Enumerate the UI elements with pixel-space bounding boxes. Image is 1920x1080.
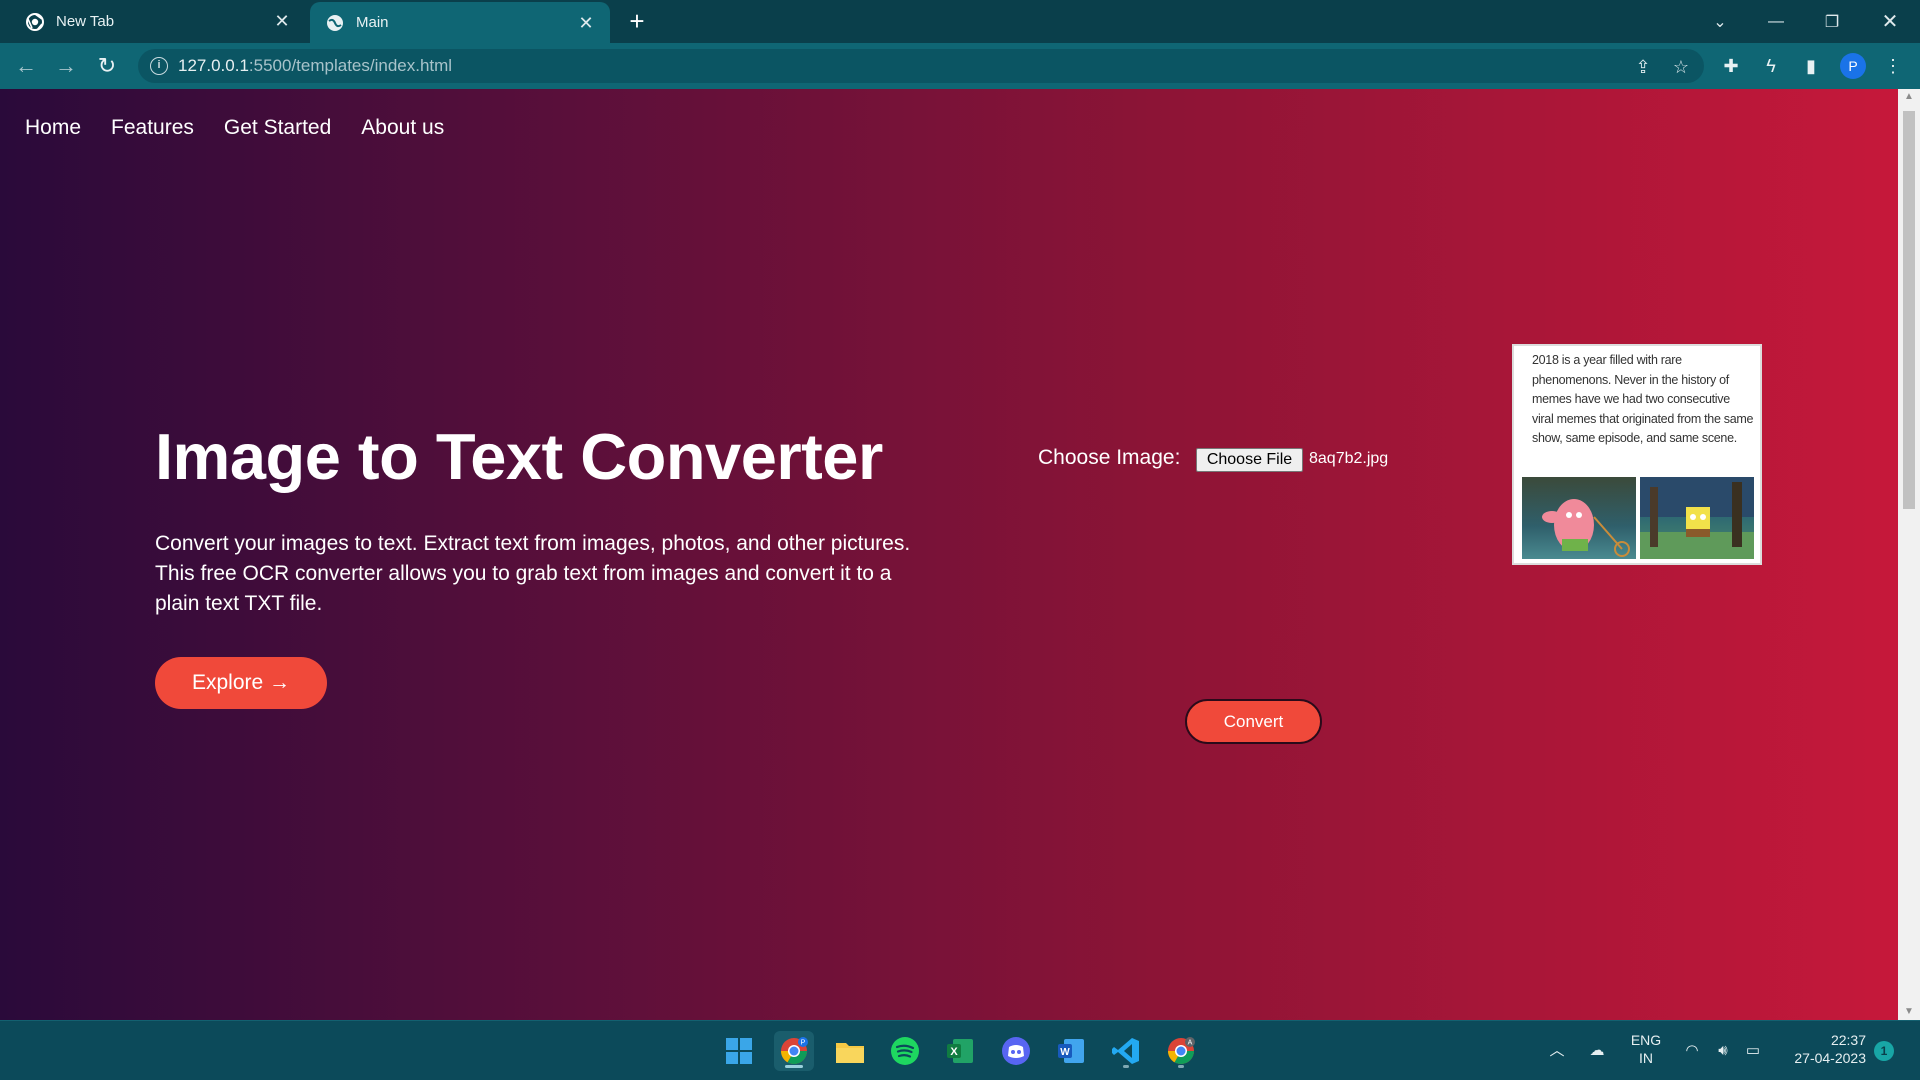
share-icon[interactable]: ⇪ bbox=[1632, 56, 1654, 78]
file-explorer-icon[interactable] bbox=[830, 1031, 870, 1071]
preview-meme-image-left bbox=[1522, 477, 1636, 559]
page-content: Home Features Get Started About us Image… bbox=[0, 89, 1898, 1020]
battery-icon[interactable]: ▭ bbox=[1742, 1040, 1764, 1062]
hero-description: Convert your images to text. Extract tex… bbox=[155, 532, 911, 615]
svg-text:X: X bbox=[950, 1046, 958, 1058]
nav-get-started[interactable]: Get Started bbox=[224, 116, 331, 140]
side-panel-icon[interactable]: ▮ bbox=[1798, 53, 1824, 79]
tab-title: Main bbox=[356, 14, 389, 31]
forward-button[interactable]: → bbox=[52, 53, 80, 79]
selected-file-name: 8aq7b2.jpg bbox=[1309, 450, 1389, 467]
nav-home[interactable]: Home bbox=[25, 116, 81, 140]
extension-lightning-icon[interactable]: ϟ bbox=[1758, 53, 1784, 79]
vscode-icon[interactable] bbox=[1106, 1031, 1146, 1071]
svg-text:W: W bbox=[1060, 1047, 1070, 1058]
scroll-up-icon[interactable]: ▲ bbox=[1898, 89, 1920, 105]
new-tab-button[interactable]: + bbox=[624, 8, 650, 35]
discord-icon[interactable] bbox=[996, 1031, 1036, 1071]
chrome-profile-a-icon[interactable]: A bbox=[1161, 1031, 1201, 1071]
main-nav: Home Features Get Started About us bbox=[25, 116, 444, 140]
page-scrollbar[interactable]: ▲ ▼ bbox=[1898, 89, 1920, 1020]
browser-toolbar: ← → ↻ i 127.0.0.1:5500/templates/index.h… bbox=[0, 43, 1920, 89]
chrome-icon bbox=[26, 12, 44, 31]
preview-meme-text: 2018 is a year filled with rare phenomen… bbox=[1532, 353, 1754, 445]
reload-button[interactable]: ↻ bbox=[93, 53, 121, 79]
notification-badge[interactable]: 1 bbox=[1874, 1041, 1894, 1061]
scroll-down-icon[interactable]: ▼ bbox=[1898, 1004, 1920, 1020]
nav-features[interactable]: Features bbox=[111, 116, 194, 140]
word-icon[interactable]: W bbox=[1051, 1031, 1091, 1071]
restore-button[interactable]: ❐ bbox=[1804, 0, 1860, 43]
kebab-menu-icon[interactable]: ⋮ bbox=[1880, 53, 1906, 79]
volume-icon[interactable]: 🔊︎ bbox=[1712, 1040, 1734, 1062]
chevron-up-icon[interactable]: ︿ bbox=[1546, 1040, 1568, 1062]
tab-main[interactable]: Main ✕ bbox=[310, 2, 610, 43]
close-tab-icon[interactable]: ✕ bbox=[272, 11, 292, 31]
excel-icon[interactable]: X bbox=[940, 1031, 980, 1071]
wifi-icon[interactable]: ◠ bbox=[1681, 1040, 1703, 1062]
tab-title: New Tab bbox=[56, 13, 115, 30]
bookmark-star-icon[interactable]: ☆ bbox=[1670, 56, 1692, 78]
windows-start-icon[interactable] bbox=[719, 1031, 759, 1071]
image-preview: 2018 is a year filled with rare phenomen… bbox=[1512, 344, 1762, 565]
extensions-icon[interactable]: ✚ bbox=[1718, 53, 1744, 79]
scrollbar-thumb[interactable] bbox=[1903, 111, 1915, 509]
explore-button[interactable]: Explore → bbox=[155, 657, 327, 709]
onedrive-cloud-icon[interactable]: ☁ bbox=[1586, 1040, 1608, 1062]
profile-avatar[interactable]: P bbox=[1840, 53, 1866, 79]
convert-button[interactable]: Convert bbox=[1185, 699, 1322, 744]
nav-about-us[interactable]: About us bbox=[361, 116, 444, 140]
windows-taskbar: P X W A ︿ ☁ ENG IN ◠ 🔊︎ ▭ 22:37 27-04-20… bbox=[0, 1020, 1920, 1080]
address-bar[interactable]: i 127.0.0.1:5500/templates/index.html ⇪ … bbox=[138, 49, 1704, 83]
choose-image-label: Choose Image: bbox=[1038, 446, 1181, 469]
tab-search-icon[interactable]: ⌄ bbox=[1692, 0, 1748, 43]
clock[interactable]: 22:37 27-04-2023 bbox=[1776, 1032, 1866, 1066]
close-tab-icon[interactable]: ✕ bbox=[576, 13, 596, 33]
url-text[interactable]: 127.0.0.1:5500/templates/index.html bbox=[178, 56, 452, 76]
hero-title: Image to Text Converter bbox=[155, 420, 883, 493]
svg-text:A: A bbox=[1188, 1040, 1193, 1047]
site-info-icon[interactable]: i bbox=[150, 57, 168, 75]
preview-meme-image-right bbox=[1640, 477, 1754, 559]
tab-strip: New Tab ✕ Main ✕ + ⌄ — ❐ ✕ bbox=[0, 0, 1920, 43]
minimize-button[interactable]: — bbox=[1748, 0, 1804, 43]
chrome-taskbar-icon[interactable]: P bbox=[774, 1031, 814, 1071]
tab-new-tab[interactable]: New Tab ✕ bbox=[0, 0, 306, 43]
close-window-button[interactable]: ✕ bbox=[1862, 0, 1918, 43]
choose-file-button[interactable]: Choose File bbox=[1196, 448, 1303, 472]
back-button[interactable]: ← bbox=[12, 53, 40, 79]
spotify-icon[interactable] bbox=[885, 1031, 925, 1071]
svg-text:P: P bbox=[801, 1040, 806, 1047]
globe-icon bbox=[326, 14, 344, 32]
language-indicator[interactable]: ENG IN bbox=[1626, 1032, 1666, 1066]
